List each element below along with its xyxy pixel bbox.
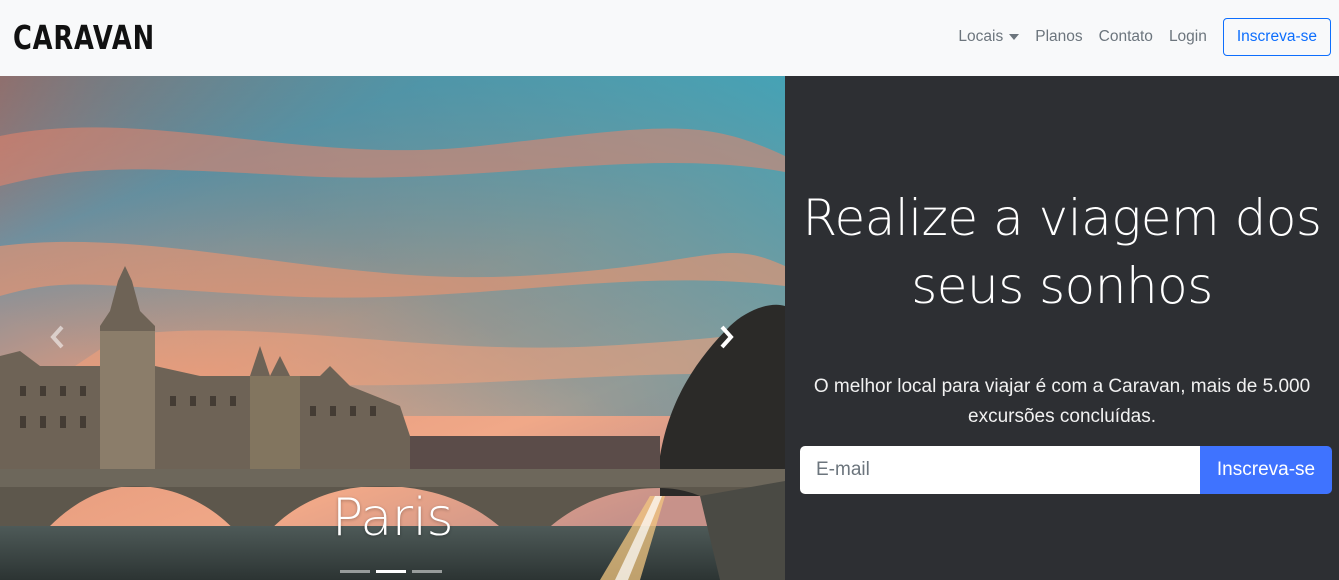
nav-item-login[interactable]: Login xyxy=(1169,28,1207,46)
brand-logo[interactable]: CARAVAN xyxy=(13,18,155,58)
navbar: CARAVAN Locais Planos Contato Login Insc… xyxy=(0,0,1339,76)
signup-button[interactable]: Inscreva-se xyxy=(1222,18,1331,56)
image-carousel: Paris xyxy=(0,76,785,580)
carousel-indicator-3[interactable] xyxy=(412,570,442,573)
lead-line-2: excursões concluídas. xyxy=(968,406,1156,427)
carousel-next-button[interactable] xyxy=(716,324,736,350)
nav-menu: Locais Planos Contato Login Inscreva-se xyxy=(942,18,1331,56)
lead-line-1: O melhor local para viajar é com a Carav… xyxy=(813,376,1311,397)
chevron-right-icon xyxy=(720,325,734,349)
carousel-caption: Paris xyxy=(331,488,454,548)
hero-lead-text: O melhor local para viajar é com a Carav… xyxy=(805,372,1319,432)
headline-line-2: seus sonhos xyxy=(911,257,1213,315)
subscribe-button[interactable]: Inscreva-se xyxy=(1200,446,1332,494)
caret-down-icon xyxy=(1009,34,1020,40)
hero-panel: Realize a viagem dos seus sonhos O melho… xyxy=(785,76,1339,580)
hero-headline: Realize a viagem dos seus sonhos xyxy=(785,184,1339,320)
email-input[interactable] xyxy=(800,446,1200,494)
headline-line-1: Realize a viagem dos xyxy=(802,189,1322,247)
carousel-indicator-2[interactable] xyxy=(376,570,406,573)
carousel-prev-button[interactable] xyxy=(48,324,68,350)
chevron-left-icon xyxy=(50,325,64,349)
carousel-indicators xyxy=(340,570,442,573)
nav-item-planos[interactable]: Planos xyxy=(1035,28,1082,46)
nav-item-label: Locais xyxy=(958,28,1004,45)
signup-form: Inscreva-se xyxy=(800,446,1332,494)
carousel-indicator-1[interactable] xyxy=(340,570,370,573)
nav-item-locais[interactable]: Locais xyxy=(958,28,1020,46)
nav-item-contato[interactable]: Contato xyxy=(1099,28,1153,46)
